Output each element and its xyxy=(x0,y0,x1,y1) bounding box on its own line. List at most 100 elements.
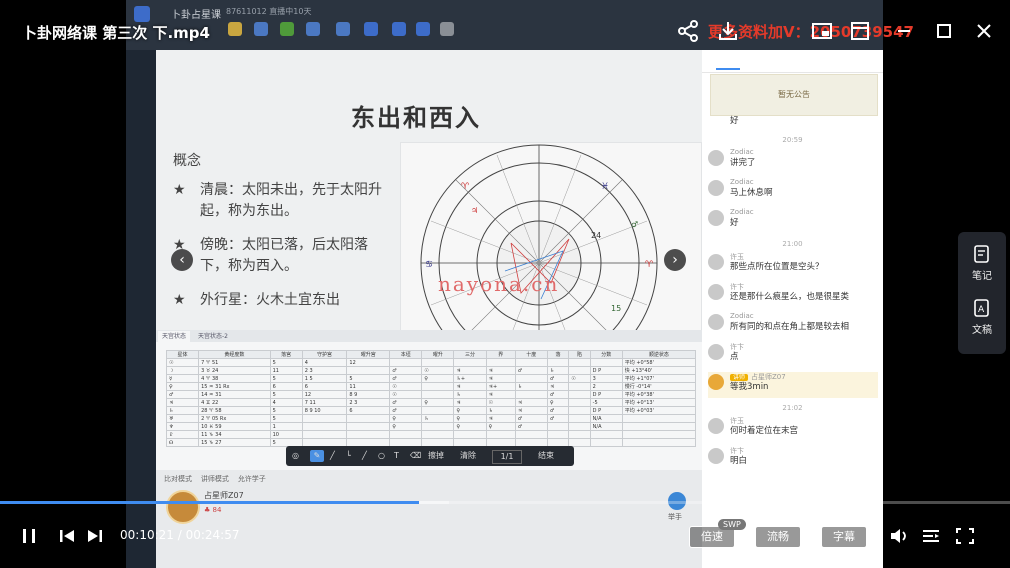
table-cell: 5 xyxy=(269,390,303,399)
table-cell: ♀ xyxy=(453,414,487,423)
table-cell: -5 xyxy=(589,398,623,407)
mode-tab[interactable]: 比对模式 xyxy=(164,475,192,483)
chat-username: 许卞 xyxy=(730,446,744,456)
pin-top-icon[interactable] xyxy=(848,19,872,43)
picture-in-picture-icon[interactable] xyxy=(810,19,834,43)
chat-message: Zodiac 讲完了 xyxy=(708,148,878,174)
table-cell: ☉ xyxy=(165,358,200,367)
pen-icon[interactable]: ✎ xyxy=(310,450,324,462)
table-cell: ♂ xyxy=(546,406,570,415)
table-cell xyxy=(568,406,591,415)
table-cell xyxy=(485,358,516,367)
chat-message: 讲师 占星师Z07 等我3min xyxy=(708,372,878,398)
table-cell: 2 ♈ 05 Rx xyxy=(198,414,271,423)
table-cell xyxy=(346,430,391,439)
erase-button[interactable]: 擦掉 xyxy=(428,450,444,462)
user-avatar xyxy=(708,284,724,300)
next-slide-button[interactable]: › xyxy=(664,249,686,271)
chat-text: 好 xyxy=(730,218,739,228)
table-cell: 4 ♊ 22 xyxy=(198,398,271,407)
text-icon[interactable]: T xyxy=(394,450,399,462)
table-cell: ♀ xyxy=(165,382,200,391)
table-cell: ☊ xyxy=(165,438,200,447)
eraser-icon[interactable]: ⌫ xyxy=(410,450,421,462)
video-frame[interactable]: 卜卦占星课 87611012 直播中10天 东出和西入 概念 ★ 清晨：太阳未出… xyxy=(126,0,883,568)
notes-button[interactable]: 笔记 xyxy=(958,244,1006,282)
table-header-cell: 三分 xyxy=(453,350,487,359)
user-avatar xyxy=(708,344,724,360)
table-cell: ☉ xyxy=(568,374,591,383)
table-cell: ♄ xyxy=(421,414,455,423)
share-icon[interactable] xyxy=(676,19,700,43)
chat-username: 讲师 占星师Z07 xyxy=(730,372,786,382)
table-cell xyxy=(546,422,570,431)
previous-icon[interactable] xyxy=(56,526,78,546)
pointer-icon[interactable]: ◎ xyxy=(292,450,299,462)
chat-text: 等我3min xyxy=(730,382,769,392)
swp-badge: SWP xyxy=(718,519,746,530)
pause-icon[interactable] xyxy=(18,526,40,546)
chat-message: 许卞 明白 xyxy=(708,446,878,472)
maximize-icon[interactable] xyxy=(932,19,956,43)
table-cell: 2 3 xyxy=(301,366,348,375)
settings-gear-icon xyxy=(440,22,454,36)
table-cell: ♆ xyxy=(165,422,200,431)
notice-box: 暂无公告 xyxy=(710,74,878,116)
svg-text:♃: ♃ xyxy=(471,206,478,215)
chat-username-text: 许卞 xyxy=(730,283,744,291)
table-cell: ♄ xyxy=(165,406,200,415)
page-indicator[interactable]: 1/1 xyxy=(492,450,522,464)
svg-text:A: A xyxy=(978,305,985,315)
manuscript-label: 文稿 xyxy=(972,325,992,336)
raise-hand-label: 举手 xyxy=(668,513,682,521)
corner-icon[interactable]: └ xyxy=(346,450,351,462)
slide-concept-label: 概念 xyxy=(173,153,201,169)
table-cell: D P xyxy=(589,406,623,415)
tab-status-2[interactable]: 天宫状态-2 xyxy=(194,331,232,342)
end-button[interactable]: 结束 xyxy=(538,450,554,462)
slash-icon[interactable]: ╱ xyxy=(362,450,367,462)
notes-icon xyxy=(974,245,989,263)
chat-username: Zodiac xyxy=(730,148,754,156)
bullet-text: 清晨：太阳未出，先于太阳升起，称为东出。 xyxy=(200,182,382,219)
fullscreen-icon[interactable] xyxy=(954,526,976,546)
table-cell: ☉ xyxy=(421,366,455,375)
download-icon[interactable] xyxy=(716,19,740,43)
table-cell: 5 xyxy=(269,414,303,423)
subtitle-button[interactable]: 字幕 xyxy=(821,526,867,548)
quality-button[interactable]: 流畅 xyxy=(755,526,801,548)
table-cell xyxy=(568,414,591,423)
table-cell xyxy=(421,382,455,391)
table-cell: 1 5 xyxy=(301,374,348,383)
tab-status-1[interactable]: 天宫状态 xyxy=(158,331,191,342)
table-cell: ♂ xyxy=(514,414,548,423)
person-icon xyxy=(228,22,242,36)
table-cell: ☿ xyxy=(165,374,200,383)
table-cell: 15 ♒ 31 Rx xyxy=(198,382,271,391)
next-icon[interactable] xyxy=(84,526,106,546)
clear-button[interactable]: 清除 xyxy=(460,450,476,462)
ellipse-icon[interactable]: ○ xyxy=(378,450,385,462)
chat-username: 许卞 xyxy=(730,282,744,292)
mode-tab[interactable]: 允许学子 xyxy=(238,475,266,483)
progress-bar[interactable] xyxy=(0,501,1010,504)
mode-tab[interactable]: 讲师模式 xyxy=(201,475,229,483)
user-avatar xyxy=(708,448,724,464)
close-icon[interactable] xyxy=(972,19,996,43)
manuscript-button[interactable]: A 文稿 xyxy=(958,298,1006,336)
line-icon[interactable]: ╱ xyxy=(330,450,335,462)
volume-icon[interactable] xyxy=(888,526,910,546)
table-cell xyxy=(621,414,697,423)
playlist-icon[interactable] xyxy=(920,526,942,546)
table-cell: ♀ xyxy=(421,374,455,383)
table-cell: 平均 +0°13' xyxy=(621,398,697,407)
table-cell: 15 ♑ 27 xyxy=(198,438,271,447)
minimize-icon[interactable] xyxy=(892,19,916,43)
horoscope-wheel-icon: ♈ ♓ ♋ ♈ 15 24 ♃ ♂ xyxy=(420,144,658,382)
chat-text: 所有同的和点在角上都是较去相 xyxy=(730,322,850,332)
share-screen-icon xyxy=(306,22,320,36)
table-cell: 11 xyxy=(346,382,391,391)
role-badge: 讲师 xyxy=(730,374,749,381)
table-cell xyxy=(421,358,455,367)
prev-slide-button[interactable]: ‹ xyxy=(171,249,193,271)
